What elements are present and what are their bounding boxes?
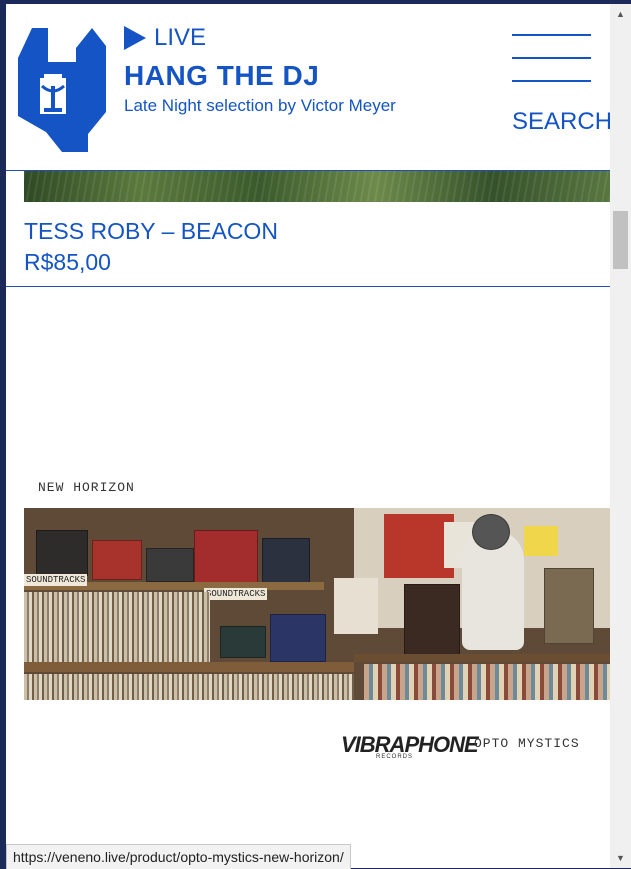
search-button[interactable]: SEARCH (512, 108, 610, 136)
album-cover-title: NEW HORIZON (38, 480, 135, 495)
shelf-label: SOUNDTRACKS (204, 588, 268, 600)
scrollbar-thumb[interactable] (613, 211, 628, 269)
product-price: R$85,00 (24, 249, 111, 275)
vertical-scrollbar[interactable]: ▲ ▼ (610, 4, 631, 868)
menu-bar (512, 57, 591, 59)
site-header: LIVE HANG THE DJ Late Night selection by… (6, 4, 610, 171)
product-image-partial[interactable] (24, 170, 610, 202)
link-status-bar: https://veneno.live/product/opto-mystics… (6, 844, 351, 869)
play-icon[interactable] (124, 26, 146, 50)
site-logo-icon[interactable] (18, 24, 106, 152)
shelf-label: SOUNDTRACKS (24, 574, 88, 586)
product-info: TESS ROBY – BEACON R$85,00 (24, 218, 278, 276)
hamburger-menu-icon[interactable] (512, 34, 591, 103)
menu-bar (512, 34, 591, 36)
scroll-up-icon[interactable]: ▲ (610, 6, 631, 22)
album-cover-image[interactable]: NEW HORIZON SOUNDTRACKS SOUNDTRACKS VIBR… (24, 464, 610, 774)
product-title[interactable]: TESS ROBY – BEACON (24, 218, 278, 245)
live-label[interactable]: LIVE (124, 24, 206, 52)
menu-bar (512, 80, 591, 82)
scroll-down-icon[interactable]: ▼ (610, 850, 631, 866)
divider (6, 286, 610, 287)
browser-viewport: LIVE HANG THE DJ Late Night selection by… (6, 4, 610, 868)
site-title[interactable]: HANG THE DJ (124, 60, 319, 92)
vibraphone-records-sub: RECORDS (376, 754, 414, 760)
live-text[interactable]: LIVE (154, 24, 206, 52)
record-store-photo: SOUNDTRACKS SOUNDTRACKS (24, 508, 610, 700)
site-subtitle: Late Night selection by Victor Meyer (124, 96, 396, 115)
album-artist: OPTO MYSTICS (474, 736, 580, 751)
